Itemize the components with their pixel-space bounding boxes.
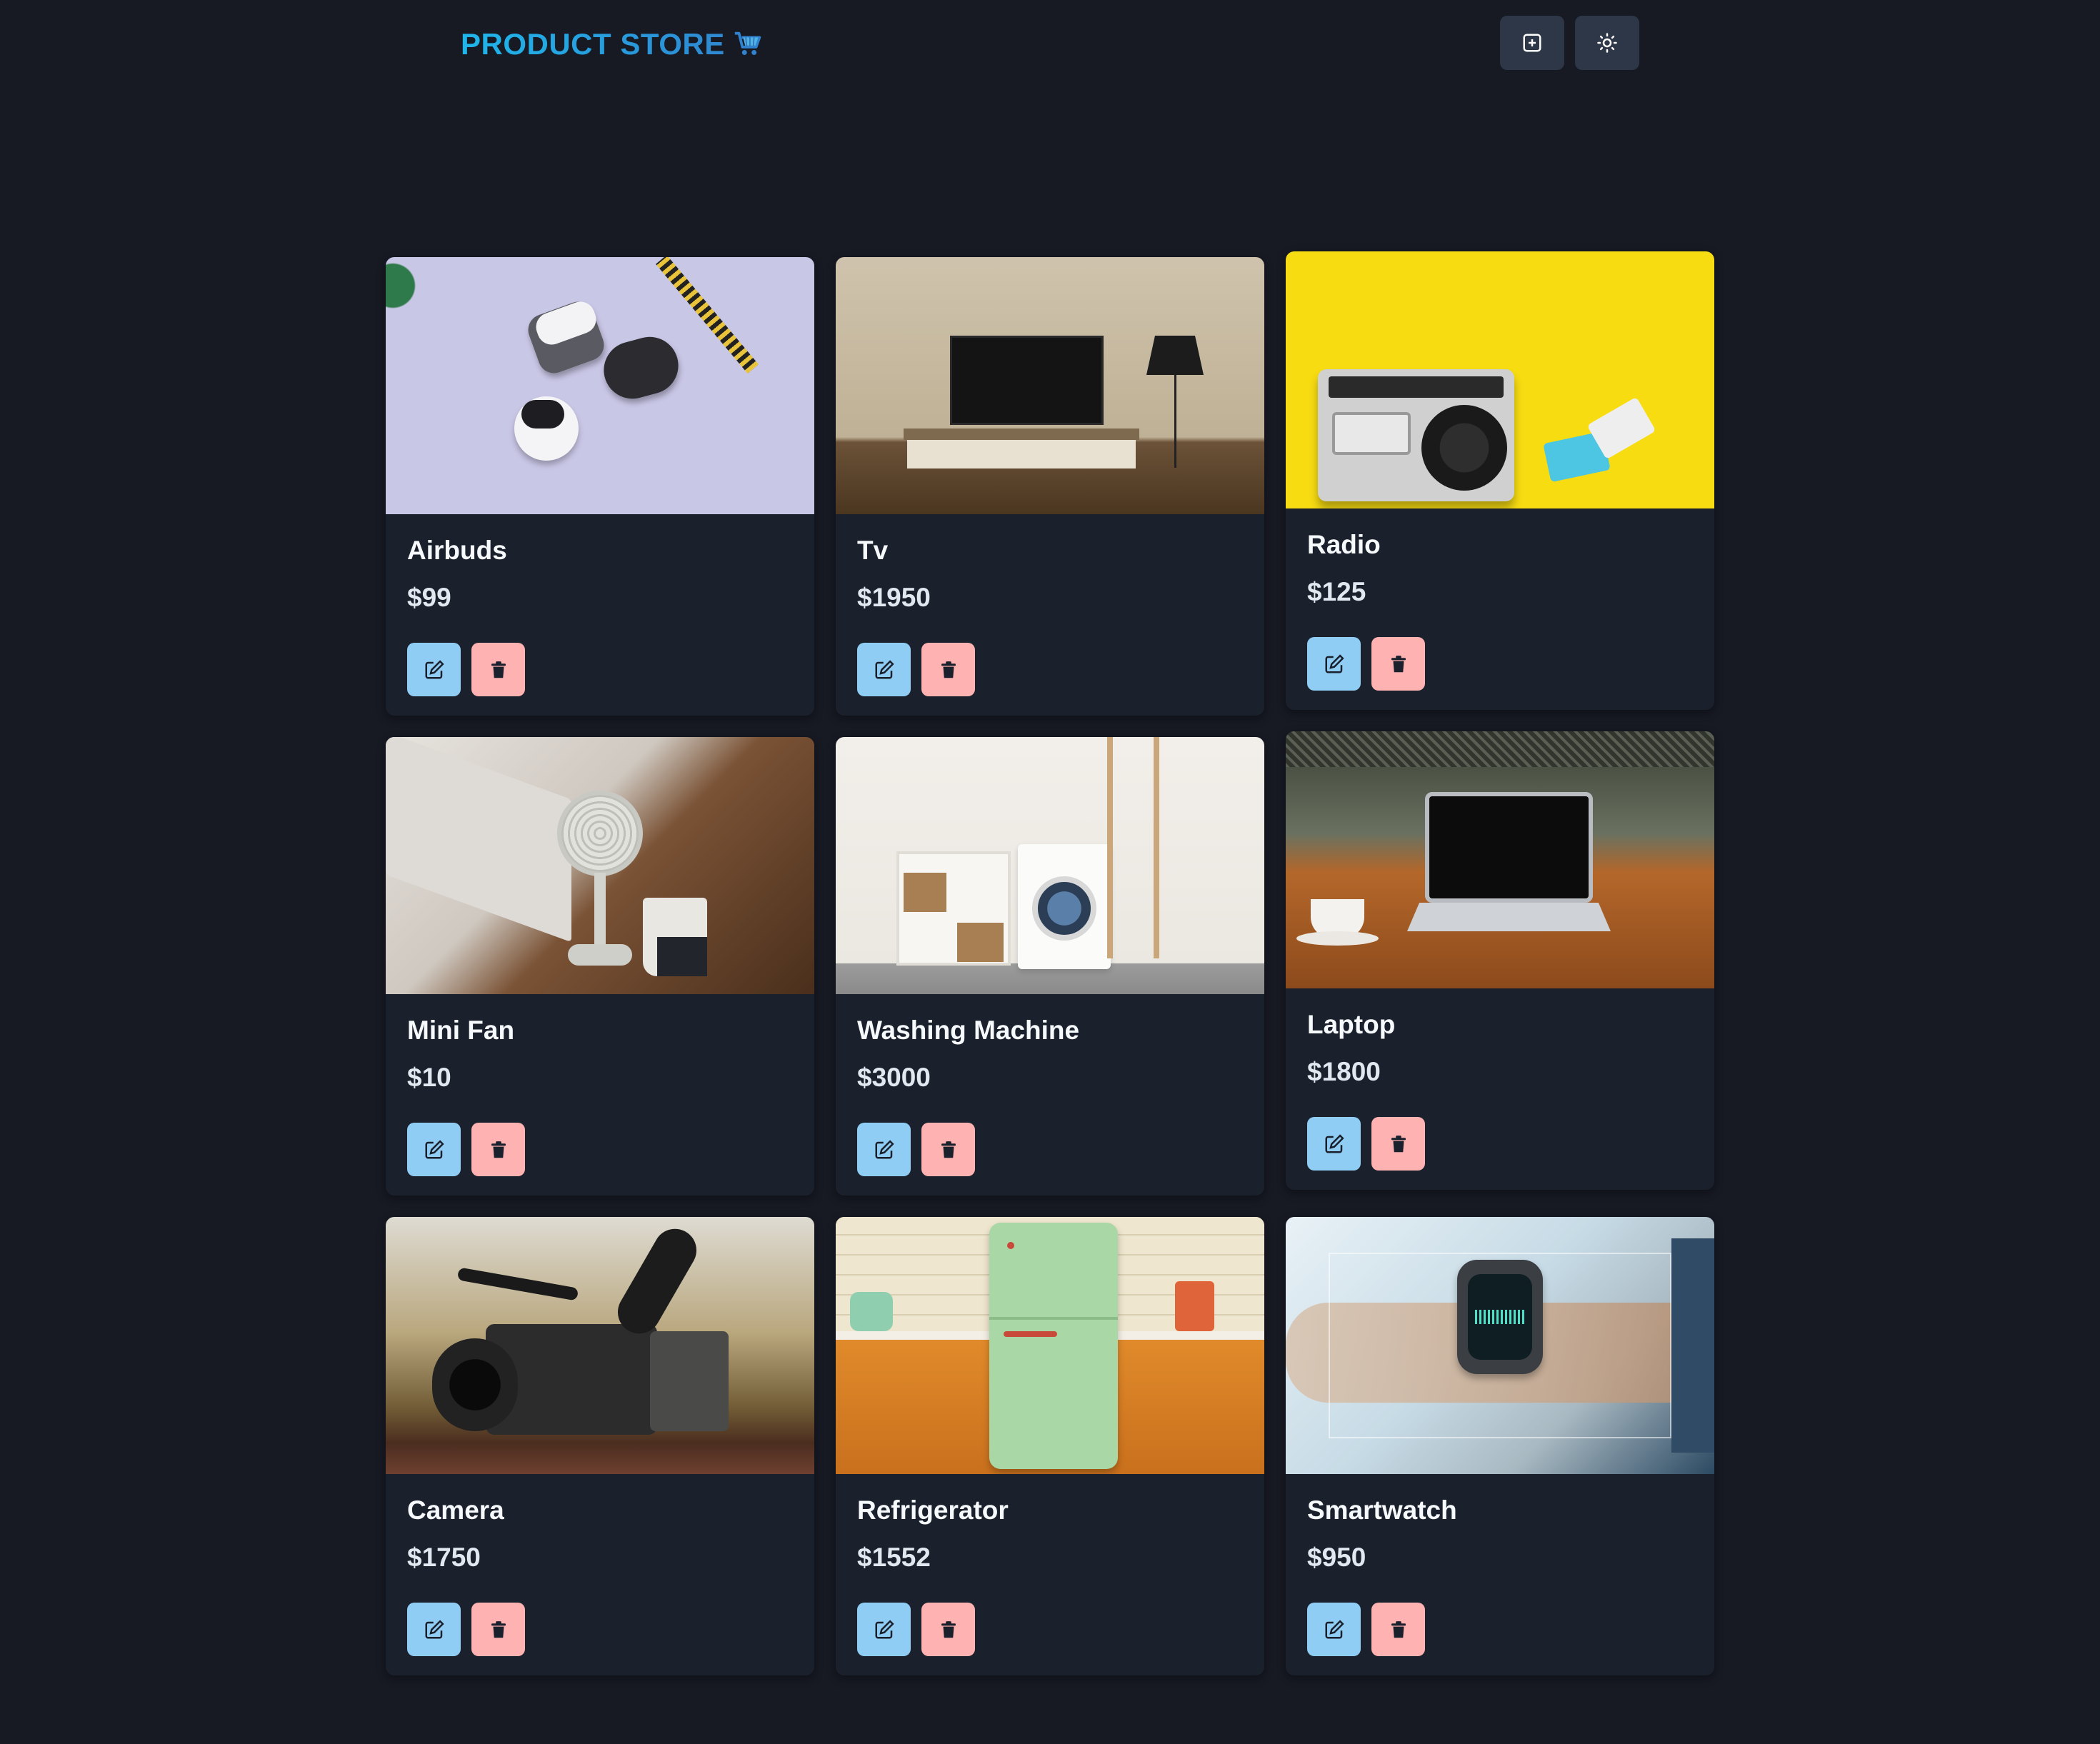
tv-photo — [836, 257, 1264, 514]
edit-icon — [1325, 653, 1344, 673]
product-price: $1552 — [857, 1543, 931, 1572]
toggle-theme-button[interactable] — [1575, 16, 1639, 70]
product-card: Refrigerator $1552 — [836, 1217, 1264, 1675]
trash-icon — [1391, 655, 1406, 672]
product-grid: Airbuds $99 Tv $1950 Radio $125 Mini Fan… — [386, 251, 1714, 1675]
product-card: Washing Machine $3000 — [836, 737, 1264, 1196]
delete-button[interactable] — [1371, 637, 1425, 691]
washing-machine-photo — [836, 737, 1264, 994]
smartwatch-photo — [1286, 1217, 1714, 1474]
edit-icon — [1325, 1619, 1344, 1638]
edit-button[interactable] — [1307, 1603, 1361, 1656]
shopping-cart-icon — [734, 31, 761, 55]
edit-button[interactable] — [1307, 1117, 1361, 1171]
trash-icon — [941, 1141, 956, 1158]
delete-button[interactable] — [471, 1603, 525, 1656]
edit-button[interactable] — [857, 1603, 911, 1656]
delete-button[interactable] — [921, 1603, 975, 1656]
trash-icon — [941, 661, 956, 678]
plus-square-icon — [1523, 34, 1541, 52]
product-name: Washing Machine — [857, 1016, 1080, 1045]
delete-button[interactable] — [471, 643, 525, 696]
delete-button[interactable] — [921, 1123, 975, 1176]
edit-icon — [1325, 1133, 1344, 1153]
navbar: PRODUCT STORE — [0, 0, 2100, 86]
product-name: Radio — [1307, 530, 1381, 559]
earbuds-photo — [386, 257, 814, 514]
edit-button[interactable] — [407, 1123, 461, 1176]
trash-icon — [941, 1620, 956, 1638]
product-card: Smartwatch $950 — [1286, 1217, 1714, 1675]
mini-fan-photo — [386, 737, 814, 994]
product-price: $1750 — [407, 1543, 481, 1572]
product-price: $125 — [1307, 577, 1366, 606]
refrigerator-photo — [836, 1217, 1264, 1474]
delete-button[interactable] — [921, 643, 975, 696]
delete-button[interactable] — [1371, 1603, 1425, 1656]
product-name: Refrigerator — [857, 1495, 1009, 1525]
product-card: Airbuds $99 — [386, 257, 814, 716]
product-card: Mini Fan $10 — [386, 737, 814, 1196]
create-product-button[interactable] — [1500, 16, 1564, 70]
trash-icon — [491, 1620, 506, 1638]
edit-icon — [425, 1139, 444, 1158]
edit-icon — [875, 1139, 894, 1158]
brand-link[interactable]: PRODUCT STORE — [461, 24, 765, 64]
camera-photo — [386, 1217, 814, 1474]
trash-icon — [491, 661, 506, 678]
trash-icon — [1391, 1135, 1406, 1152]
delete-button[interactable] — [1371, 1117, 1425, 1171]
edit-icon — [425, 1619, 444, 1638]
radio-photo — [1286, 251, 1714, 508]
product-card: Laptop $1800 — [1286, 731, 1714, 1190]
product-price: $1800 — [1307, 1057, 1381, 1086]
product-card: Camera $1750 — [386, 1217, 814, 1675]
product-name: Mini Fan — [407, 1016, 515, 1045]
product-price: $1950 — [857, 583, 931, 612]
product-price: $99 — [407, 583, 451, 612]
product-name: Airbuds — [407, 536, 507, 565]
product-name: Smartwatch — [1307, 1495, 1457, 1525]
trash-icon — [491, 1141, 506, 1158]
edit-icon — [875, 659, 894, 678]
product-card: Radio $125 — [1286, 251, 1714, 710]
brand-title: PRODUCT STORE — [461, 27, 725, 61]
edit-button[interactable] — [857, 1123, 911, 1176]
edit-icon — [875, 1619, 894, 1638]
edit-icon — [425, 659, 444, 678]
product-price: $3000 — [857, 1063, 931, 1092]
product-price: $950 — [1307, 1543, 1366, 1572]
product-card: Tv $1950 — [836, 257, 1264, 716]
sun-icon — [1597, 33, 1617, 53]
edit-button[interactable] — [407, 643, 461, 696]
edit-button[interactable] — [857, 643, 911, 696]
edit-button[interactable] — [1307, 637, 1361, 691]
product-name: Laptop — [1307, 1010, 1396, 1039]
trash-icon — [1391, 1620, 1406, 1638]
product-name: Camera — [407, 1495, 504, 1525]
product-name: Tv — [857, 536, 889, 565]
product-price: $10 — [407, 1063, 451, 1092]
edit-button[interactable] — [407, 1603, 461, 1656]
delete-button[interactable] — [471, 1123, 525, 1176]
laptop-photo — [1286, 731, 1714, 988]
